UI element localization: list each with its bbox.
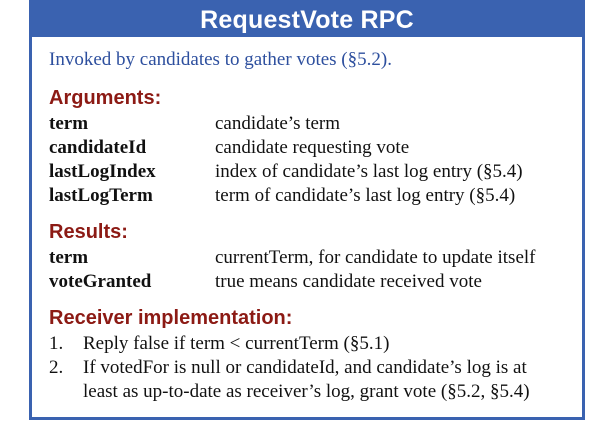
result-name: term [49,247,89,268]
card-body: Invoked by candidates to gather votes (§… [32,37,582,404]
argument-name: lastLogIndex [49,161,156,182]
argument-desc: candidate requesting vote [215,137,410,158]
step-number: 2. [49,357,64,378]
results-list: term currentTerm, for candidate to updat… [49,246,564,294]
step-text: Reply false if term < currentTerm (§5.1) [83,333,390,354]
receiver-steps: 1. Reply false if term < currentTerm (§5… [49,332,564,404]
step-number: 1. [49,333,64,354]
argument-name: term [49,113,89,134]
argument-name: candidateId [49,137,147,158]
intro-text: Invoked by candidates to gather votes (§… [49,49,392,70]
result-name: voteGranted [49,271,152,292]
result-desc: true means candidate received vote [215,271,482,292]
receiver-heading: Receiver implementation: [49,307,293,329]
argument-name: lastLogTerm [49,185,153,206]
arguments-heading: Arguments: [49,87,162,109]
results-heading: Results: [49,221,128,243]
argument-desc: candidate’s term [215,113,341,134]
argument-desc: term of candidate’s last log entry (§5.4… [215,185,516,206]
step-text: If votedFor is null or candidateId, and … [83,357,530,402]
argument-desc: index of candidate’s last log entry (§5.… [215,161,523,182]
result-desc: currentTerm, for candidate to update its… [215,247,536,268]
list-item: 2. If votedFor is null or candidateId, a… [49,356,564,404]
card-title: RequestVote RPC [32,3,582,37]
rpc-card: RequestVote RPC Invoked by candidates to… [29,0,585,420]
arguments-list: term candidate’s term candidateId candid… [49,112,564,208]
list-item: 1. Reply false if term < currentTerm (§5… [49,332,564,356]
